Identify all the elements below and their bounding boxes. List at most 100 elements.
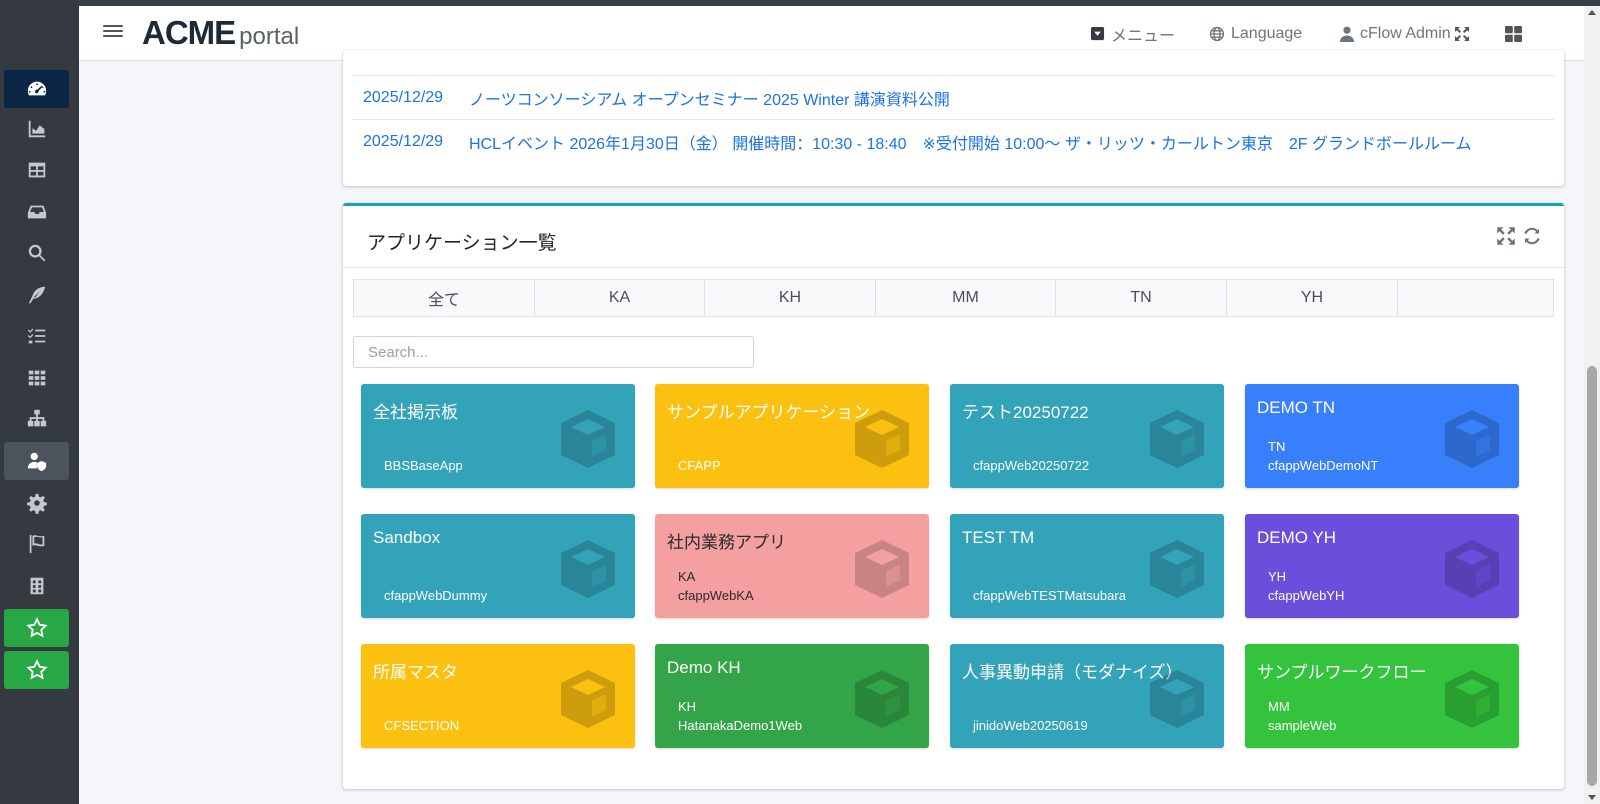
menu-label: メニュー (1111, 27, 1176, 45)
calculator-icon (30, 577, 43, 595)
news-title-link[interactable]: ノーツコンソーシアム オープンセミナー 2025 Winter 講演資料公開 (461, 86, 950, 110)
tab-ka[interactable]: KA (535, 280, 705, 316)
cube-icon (555, 406, 621, 472)
cube-icon (1144, 666, 1210, 732)
app-tile[interactable]: 所属マスタ CFSECTION (361, 644, 635, 748)
app-tile[interactable]: Demo KH KH HatanakaDemo1Web (655, 644, 929, 748)
sidebar-item-chart[interactable] (4, 110, 69, 148)
app-tile-title: テスト20250722 (962, 403, 1089, 422)
sidebar-item-grid[interactable] (4, 359, 69, 397)
sitemap-icon (27, 409, 46, 427)
app-tile-subtitle: cfappWebTESTMatsubara (973, 586, 1126, 605)
sidebar-item-inbox[interactable] (4, 193, 69, 231)
sidebar-item-sitemap[interactable] (4, 400, 69, 438)
app-tile-subtitle: cfappWeb20250722 (973, 456, 1089, 475)
brand-main: ACME (142, 14, 236, 51)
app-tile[interactable]: DEMO YH YH cfappWebYH (1245, 514, 1519, 618)
hamburger-menu-icon[interactable] (103, 22, 123, 42)
refresh-button[interactable] (1522, 226, 1542, 246)
cube-icon (849, 406, 915, 472)
star-icon (25, 617, 48, 638)
tab-empty[interactable] (1398, 280, 1553, 316)
expand-arrows-icon (1454, 26, 1470, 42)
flag-icon (29, 534, 44, 554)
tab-yh[interactable]: YH (1227, 280, 1398, 316)
sidebar-item-settings[interactable] (4, 484, 69, 522)
tab-tn[interactable]: TN (1056, 280, 1227, 316)
tasks-icon (27, 328, 45, 344)
app-tile[interactable]: 全社掲示板 BBSBaseApp (361, 384, 635, 488)
app-tile[interactable]: テスト20250722 cfappWeb20250722 (950, 384, 1224, 488)
app-tile-code: cfappWebKA (678, 588, 754, 603)
app-tile-subtitle: jinidoWeb20250619 (973, 716, 1088, 735)
brand-sub: portal (239, 23, 300, 50)
app-tile-code: CFSECTION (384, 718, 460, 733)
cube-icon (849, 536, 915, 602)
sidebar-item-dashboard[interactable] (4, 70, 69, 108)
globe-icon (1209, 26, 1225, 42)
app-tile-title: Demo KH (667, 658, 741, 677)
language-label: Language (1231, 24, 1303, 42)
app-tile-subtitle: KH HatanakaDemo1Web (678, 697, 802, 735)
news-date: 2025/12/29 (363, 132, 444, 150)
app-tile-subtitle: BBSBaseApp (384, 456, 463, 475)
star-icon (25, 659, 48, 680)
page-scrollbar[interactable] (1584, 6, 1600, 804)
app-tile-subtitle: CFAPP (678, 456, 721, 475)
sidebar-item-flag[interactable] (4, 525, 69, 563)
tab-kh[interactable]: KH (705, 280, 876, 316)
app-tile-title: 所属マスタ (373, 663, 458, 682)
cube-icon (555, 536, 621, 602)
feather-icon (28, 286, 45, 304)
app-tile-subtitle: MM sampleWeb (1268, 697, 1336, 735)
sidebar-item-favorite-2[interactable] (4, 651, 69, 689)
sidebar-item-calculator[interactable] (4, 567, 69, 605)
chart-area-icon (28, 120, 45, 138)
sidebar (0, 0, 79, 804)
news-row[interactable]: 2025/12/29 HCLイベント 2026年1月30日（金） 開催時間：10… (353, 119, 1554, 163)
scroll-up-arrow-icon[interactable] (1588, 10, 1596, 15)
app-tile[interactable]: DEMO TN TN cfappWebDemoNT (1245, 384, 1519, 488)
news-row[interactable]: 2025/12/29 ノーツコンソーシアム オープンセミナー 2025 Wint… (353, 75, 1554, 119)
app-tile-code: MM (1268, 699, 1290, 714)
sidebar-item-feather[interactable] (4, 276, 69, 314)
dashboard-icon (27, 81, 46, 96)
card-header: アプリケーション一覧 (343, 206, 1564, 268)
app-tile[interactable]: サンプルワークフロー MM sampleWeb (1245, 644, 1519, 748)
sidebar-item-search[interactable] (4, 234, 69, 272)
tab-all[interactable]: 全て (354, 280, 535, 316)
app-tile-code: KH (678, 699, 697, 714)
sidebar-item-favorite-1[interactable] (4, 609, 69, 647)
category-tabs: 全て KA KH MM TN YH (353, 279, 1554, 317)
app-search-input[interactable] (353, 336, 754, 368)
scroll-down-arrow-icon[interactable] (1588, 795, 1596, 800)
app-tile-subtitle: cfappWebDummy (384, 586, 487, 605)
app-tile-code: sampleWeb (1268, 718, 1337, 733)
app-tile-title: サンプルアプリケーション (667, 403, 871, 422)
sidebar-item-table[interactable] (4, 151, 69, 189)
app-tile-subtitle: KA cfappWebKA (678, 567, 754, 605)
caret-square-down-icon (1090, 26, 1105, 41)
app-tile[interactable]: Sandbox cfappWebDummy (361, 514, 635, 618)
app-tile-code: cfappWebDemoNT (1268, 458, 1379, 473)
inbox-icon (27, 205, 46, 219)
maximize-button[interactable] (1496, 226, 1516, 246)
app-tile-code: jinidoWeb20250619 (973, 718, 1088, 733)
app-tile[interactable]: TEST TM cfappWebTESTMatsubara (950, 514, 1224, 618)
sidebar-item-tasks[interactable] (4, 317, 69, 355)
app-tile[interactable]: サンプルアプリケーション CFAPP (655, 384, 929, 488)
news-date: 2025/12/29 (363, 88, 444, 106)
app-tile-code: CFAPP (678, 458, 721, 473)
gear-icon (26, 493, 47, 514)
news-title-link[interactable]: HCLイベント 2026年1月30日（金） 開催時間：10:30 - 18:40… (461, 130, 1471, 154)
app-tile-subtitle: YH cfappWebYH (1268, 567, 1344, 605)
sidebar-item-user-admin[interactable] (4, 442, 69, 480)
app-tile[interactable]: 社内業務アプリ KA cfappWebKA (655, 514, 929, 618)
brand-logo[interactable]: ACME portal (142, 14, 299, 54)
tab-mm[interactable]: MM (876, 280, 1056, 316)
scroll-thumb[interactable] (1587, 366, 1597, 786)
cube-icon (849, 666, 915, 732)
app-tile-title: Sandbox (373, 528, 441, 547)
user-shield-icon (27, 452, 46, 472)
app-tile[interactable]: 人事異動申請（モダナイズ） jinidoWeb20250619 (950, 644, 1224, 748)
